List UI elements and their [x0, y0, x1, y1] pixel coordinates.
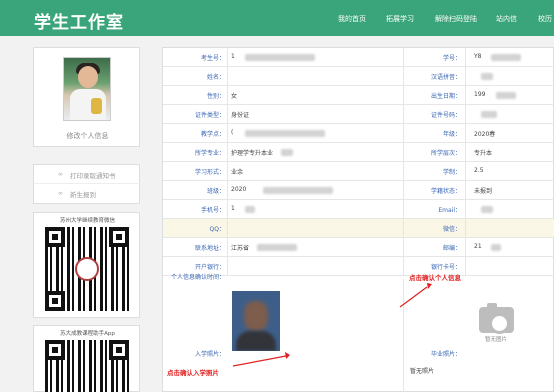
- annotation-arrows: [232, 283, 432, 367]
